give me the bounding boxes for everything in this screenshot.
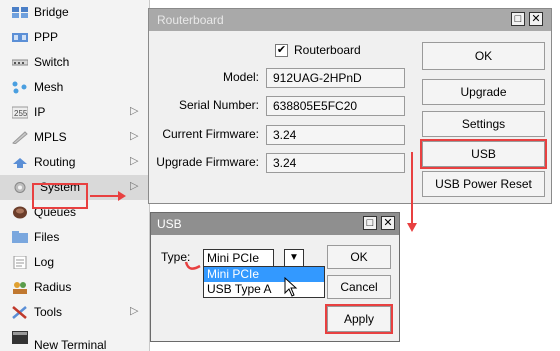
arrow-usb-to-dialog bbox=[407, 152, 417, 232]
arrow-system-to-submenu bbox=[90, 191, 126, 201]
check-mark-annotation bbox=[184, 261, 201, 270]
annotation-arrows bbox=[90, 152, 417, 270]
